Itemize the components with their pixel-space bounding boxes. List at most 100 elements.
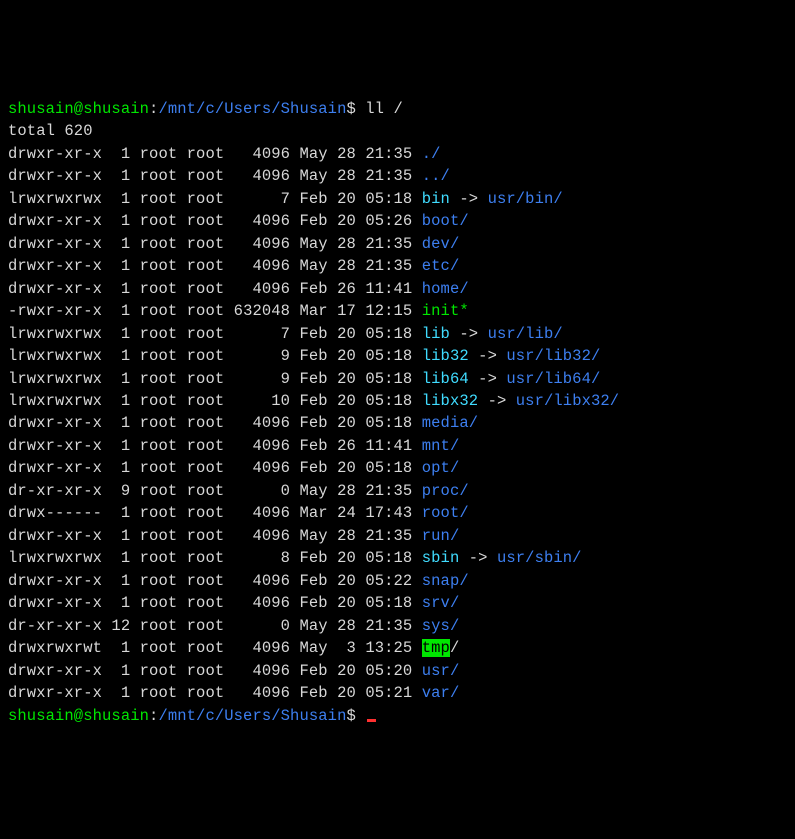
time: 21:35: [365, 257, 412, 275]
size: 4096: [224, 594, 290, 612]
time: 05:18: [365, 459, 412, 477]
file-name: lib: [422, 325, 450, 343]
size: 0: [224, 617, 290, 635]
month: May: [299, 639, 327, 657]
owner: root: [140, 347, 187, 365]
group: root: [187, 414, 225, 432]
size: 4096: [224, 437, 290, 455]
owner: root: [140, 167, 187, 185]
nlinks: 1: [102, 370, 130, 388]
time: 05:18: [365, 190, 412, 208]
group: root: [187, 392, 225, 410]
size: 7: [224, 190, 290, 208]
listing-row: lrwxrwxrwx 1 root root 10 Feb 20 05:18 l…: [8, 390, 787, 412]
day: 28: [337, 482, 356, 500]
size: 8: [224, 549, 290, 567]
group: root: [187, 145, 225, 163]
symlink-arrow: ->: [469, 347, 507, 365]
listing-row: drwxr-xr-x 1 root root 4096 May 28 21:35…: [8, 525, 787, 547]
owner: root: [140, 527, 187, 545]
time: 17:43: [365, 504, 412, 522]
symlink-target: usr/bin/: [488, 190, 563, 208]
perms: drwxr-xr-x: [8, 684, 102, 702]
month: May: [299, 145, 327, 163]
month: May: [299, 482, 327, 500]
day: 20: [337, 572, 356, 590]
nlinks: 1: [102, 167, 130, 185]
day: 20: [337, 414, 356, 432]
cwd: /mnt/c/Users/Shusain: [158, 707, 346, 725]
month: Feb: [299, 280, 327, 298]
month: Feb: [299, 392, 327, 410]
file-name: snap/: [422, 572, 469, 590]
owner: root: [140, 617, 187, 635]
size: 4096: [224, 504, 290, 522]
perms: drwxr-xr-x: [8, 527, 102, 545]
nlinks: 1: [102, 145, 130, 163]
nlinks: 1: [102, 572, 130, 590]
perms: drwxr-xr-x: [8, 572, 102, 590]
group: root: [187, 527, 225, 545]
group: root: [187, 190, 225, 208]
month: May: [299, 257, 327, 275]
listing-row: drwxr-xr-x 1 root root 4096 Feb 20 05:21…: [8, 682, 787, 704]
perms: drwxr-xr-x: [8, 235, 102, 253]
month: Feb: [299, 212, 327, 230]
nlinks: 12: [102, 617, 130, 635]
owner: root: [140, 437, 187, 455]
group: root: [187, 482, 225, 500]
day: 28: [337, 235, 356, 253]
perms: lrwxrwxrwx: [8, 392, 102, 410]
file-name: var/: [422, 684, 460, 702]
symlink-arrow: ->: [459, 549, 497, 567]
owner: root: [140, 504, 187, 522]
day: 20: [337, 459, 356, 477]
size: 4096: [224, 459, 290, 477]
terminal-output[interactable]: shusain@shusain:/mnt/c/Users/Shusain$ ll…: [8, 98, 787, 727]
nlinks: 1: [102, 347, 130, 365]
time: 05:18: [365, 594, 412, 612]
owner: root: [140, 325, 187, 343]
nlinks: 1: [102, 684, 130, 702]
owner: root: [140, 482, 187, 500]
group: root: [187, 594, 225, 612]
file-name: sys/: [422, 617, 460, 635]
day: 28: [337, 167, 356, 185]
day: 20: [337, 190, 356, 208]
month: Mar: [299, 302, 327, 320]
month: May: [299, 235, 327, 253]
day: 28: [337, 145, 356, 163]
nlinks: 1: [102, 437, 130, 455]
file-name: dev/: [422, 235, 460, 253]
nlinks: 1: [102, 527, 130, 545]
group: root: [187, 549, 225, 567]
group: root: [187, 639, 225, 657]
time: 05:26: [365, 212, 412, 230]
listing-row: drwxr-xr-x 1 root root 4096 Feb 26 11:41…: [8, 435, 787, 457]
time: 21:35: [365, 527, 412, 545]
group: root: [187, 235, 225, 253]
listing-row: lrwxrwxrwx 1 root root 8 Feb 20 05:18 sb…: [8, 547, 787, 569]
day: 28: [337, 527, 356, 545]
perms: drwxr-xr-x: [8, 280, 102, 298]
size: 4096: [224, 167, 290, 185]
day: 20: [337, 392, 356, 410]
file-name: lib32: [422, 347, 469, 365]
nlinks: 1: [102, 302, 130, 320]
perms: lrwxrwxrwx: [8, 190, 102, 208]
nlinks: 1: [102, 190, 130, 208]
day: 26: [337, 280, 356, 298]
owner: root: [140, 662, 187, 680]
symlink-target: usr/lib64/: [506, 370, 600, 388]
month: Feb: [299, 437, 327, 455]
size: 9: [224, 347, 290, 365]
time: 21:35: [365, 167, 412, 185]
owner: root: [140, 145, 187, 163]
time: 21:35: [365, 235, 412, 253]
size: 4096: [224, 414, 290, 432]
file-name: etc/: [422, 257, 460, 275]
size: 4096: [224, 235, 290, 253]
day: 20: [337, 662, 356, 680]
perms: lrwxrwxrwx: [8, 347, 102, 365]
size: 4096: [224, 280, 290, 298]
